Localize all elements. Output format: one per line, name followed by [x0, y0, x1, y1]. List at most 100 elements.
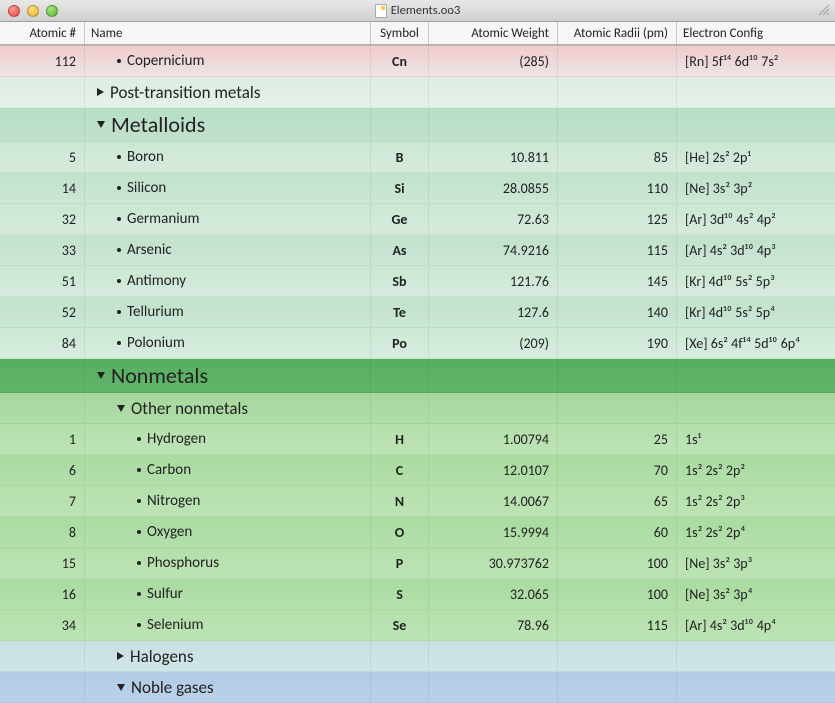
cell-weight: 10.811	[429, 142, 558, 172]
subgroup-header-row[interactable]: Other nonmetals	[0, 393, 835, 424]
cell-radii: 85	[558, 142, 677, 172]
resize-grip-icon[interactable]	[817, 3, 831, 17]
cell-name: Nonmetals	[85, 359, 371, 392]
column-header-name[interactable]: Name	[85, 22, 371, 44]
bullet-icon	[137, 561, 141, 565]
cell-radii: 110	[558, 173, 677, 203]
cell-econfig: [Ne] 3s² 3p³	[677, 548, 835, 578]
cell-radii	[558, 77, 677, 107]
table-row[interactable]: 7NitrogenN14.0067651s² 2s² 2p³	[0, 486, 835, 517]
row-label: Carbon	[147, 461, 191, 479]
cell-atomic: 1	[0, 424, 85, 454]
cell-name: Boron	[85, 142, 371, 172]
cell-atomic: 34	[0, 610, 85, 640]
cell-radii	[558, 672, 677, 702]
cell-symbol: Sb	[371, 266, 429, 296]
cell-radii: 190	[558, 328, 677, 358]
cell-weight	[429, 359, 558, 392]
row-label: Polonium	[127, 334, 185, 352]
cell-radii: 60	[558, 517, 677, 547]
cell-atomic: 14	[0, 173, 85, 203]
table-row[interactable]: 5BoronB10.81185[He] 2s² 2p¹	[0, 142, 835, 173]
table-row[interactable]: 8OxygenO15.9994601s² 2s² 2p⁴	[0, 517, 835, 548]
cell-radii: 25	[558, 424, 677, 454]
cell-radii: 100	[558, 548, 677, 578]
cell-weight: 74.9216	[429, 235, 558, 265]
cell-radii: 65	[558, 486, 677, 516]
minimize-icon[interactable]	[27, 5, 39, 17]
cell-name: Phosphorus	[85, 548, 371, 578]
chevron-down-icon[interactable]	[97, 372, 105, 379]
column-header-weight[interactable]: Atomic Weight	[429, 22, 558, 44]
cell-name: Arsenic	[85, 235, 371, 265]
cell-atomic: 52	[0, 297, 85, 327]
row-label: Nitrogen	[147, 492, 200, 510]
subgroup-header-row[interactable]: Noble gases	[0, 672, 835, 703]
table-row[interactable]: 34SeleniumSe78.96115[Ar] 4s² 3d¹⁰ 4p⁴	[0, 610, 835, 641]
window-titlebar: Elements.oo3	[0, 0, 835, 22]
chevron-right-icon[interactable]	[117, 652, 124, 660]
cell-weight: 30.973762	[429, 548, 558, 578]
group-header-row[interactable]: Metalloids	[0, 108, 835, 142]
cell-symbol: N	[371, 486, 429, 516]
cell-econfig: 1s² 2s² 2p³	[677, 486, 835, 516]
cell-name: Polonium	[85, 328, 371, 358]
cell-symbol: Cn	[371, 46, 429, 76]
table-row[interactable]: 52TelluriumTe127.6140[Kr] 4d¹⁰ 5s² 5p⁴	[0, 297, 835, 328]
cell-radii: 140	[558, 297, 677, 327]
close-icon[interactable]	[8, 5, 20, 17]
cell-name: Antimony	[85, 266, 371, 296]
cell-weight	[429, 393, 558, 423]
row-label: Sulfur	[147, 585, 183, 603]
cell-name: Carbon	[85, 455, 371, 485]
cell-weight: 127.6	[429, 297, 558, 327]
chevron-right-icon[interactable]	[97, 88, 104, 96]
cell-symbol: B	[371, 142, 429, 172]
table-row[interactable]: 33ArsenicAs74.9216115[Ar] 4s² 3d¹⁰ 4p³	[0, 235, 835, 266]
table-row[interactable]: 84PoloniumPo(209)190[Xe] 6s² 4f¹⁴ 5d¹⁰ 6…	[0, 328, 835, 359]
column-header-symbol[interactable]: Symbol	[371, 22, 429, 44]
table-row[interactable]: 16SulfurS32.065100[Ne] 3s² 3p⁴	[0, 579, 835, 610]
table-row[interactable]: 15PhosphorusP30.973762100[Ne] 3s² 3p³	[0, 548, 835, 579]
table-row[interactable]: 112CoperniciumCn(285)[Rn] 5f¹⁴ 6d¹⁰ 7s²	[0, 46, 835, 77]
window-title: Elements.oo3	[391, 3, 461, 18]
cell-symbol: S	[371, 579, 429, 609]
subgroup-header-row[interactable]: Post-transition metals	[0, 77, 835, 108]
group-header-row[interactable]: Nonmetals	[0, 359, 835, 393]
cell-econfig	[677, 641, 835, 671]
bullet-icon	[117, 279, 121, 283]
cell-econfig: [Ne] 3s² 3p⁴	[677, 579, 835, 609]
row-label: Antimony	[127, 272, 186, 290]
cell-name: Oxygen	[85, 517, 371, 547]
chevron-down-icon[interactable]	[117, 684, 125, 691]
table-row[interactable]: 14SiliconSi28.0855110[Ne] 3s² 3p²	[0, 173, 835, 204]
chevron-down-icon[interactable]	[117, 405, 125, 412]
subgroup-header-row[interactable]: Halogens	[0, 641, 835, 672]
cell-atomic	[0, 641, 85, 671]
row-label: Other nonmetals	[131, 398, 248, 419]
table-row[interactable]: 51AntimonySb121.76145[Kr] 4d¹⁰ 5s² 5p³	[0, 266, 835, 297]
bullet-icon	[117, 186, 121, 190]
row-label: Copernicium	[127, 52, 204, 70]
column-header-radii[interactable]: Atomic Radii (pm)	[558, 22, 677, 44]
table-row[interactable]: 1HydrogenH1.00794251s¹	[0, 424, 835, 455]
cell-symbol: As	[371, 235, 429, 265]
table-row[interactable]: 6CarbonC12.0107701s² 2s² 2p²	[0, 455, 835, 486]
column-header-atomic[interactable]: Atomic #	[0, 22, 85, 44]
cell-atomic: 16	[0, 579, 85, 609]
cell-econfig: [Kr] 4d¹⁰ 5s² 5p³	[677, 266, 835, 296]
row-label: Post-transition metals	[110, 82, 260, 103]
column-header-econfig[interactable]: Electron Config	[677, 22, 835, 44]
zoom-icon[interactable]	[46, 5, 58, 17]
cell-radii: 115	[558, 610, 677, 640]
cell-econfig: 1s² 2s² 2p²	[677, 455, 835, 485]
cell-atomic	[0, 393, 85, 423]
cell-radii	[558, 359, 677, 392]
table-row[interactable]: 32GermaniumGe72.63125[Ar] 3d¹⁰ 4s² 4p²	[0, 204, 835, 235]
cell-atomic	[0, 108, 85, 141]
chevron-down-icon[interactable]	[97, 121, 105, 128]
row-label: Tellurium	[127, 303, 184, 321]
bullet-icon	[117, 341, 121, 345]
bullet-icon	[137, 623, 141, 627]
cell-econfig: [Rn] 5f¹⁴ 6d¹⁰ 7s²	[677, 46, 835, 76]
